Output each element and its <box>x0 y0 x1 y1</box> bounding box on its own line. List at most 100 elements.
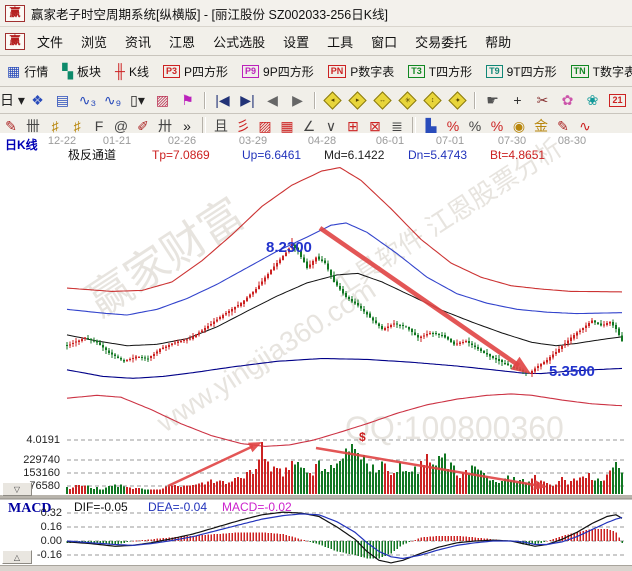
network-icon[interactable]: ❖ <box>25 87 50 113</box>
date-tick-3: 03-29 <box>239 135 267 148</box>
parallel-lines-tool-icon: ≣ <box>391 119 403 133</box>
menu-item-7[interactable]: 窗口 <box>362 29 406 54</box>
kline-button-icon: ╫ <box>115 64 125 78</box>
collapse-volume-button[interactable]: ▽ <box>2 482 32 496</box>
indicator-bt: Bt=4.8651 <box>490 149 545 163</box>
p-number-table-button[interactable]: PNP数字表 <box>321 56 402 86</box>
dollar-marker: $ <box>359 430 366 444</box>
kline-button[interactable]: ╫K线 <box>108 56 156 86</box>
p-square-button-label: P四方形 <box>184 63 228 80</box>
crosshair-tool-icon: + <box>513 93 521 107</box>
cycle-diamond-all[interactable]: ✦ <box>445 87 470 113</box>
wave9-icon-icon: ∿₉ <box>104 93 121 107</box>
chart-panel: 赢家财富工具软件 江恩股票分析www.yingjia360.comQQ:1008… <box>0 133 632 565</box>
red-box-tool-1-icon: ▨ <box>258 119 271 133</box>
toolbar-separator <box>474 92 476 109</box>
panel-divider[interactable] <box>0 495 632 499</box>
trend-arrowhead-1 <box>248 442 262 452</box>
hand-tool-icon: ☛ <box>486 93 499 107</box>
brain-icon[interactable]: ❀ <box>580 87 605 113</box>
macd-tick-4: -0.16 <box>2 549 62 562</box>
polyline-tool-icon: ∨ <box>326 119 336 133</box>
first-bar-button-icon: |◀ <box>215 93 229 107</box>
t-number-table-button[interactable]: TNT数字表 <box>564 56 632 86</box>
last-bar-button[interactable]: ▶| <box>235 87 260 113</box>
spiral-tool-icon: @ <box>114 119 128 133</box>
period-day-dropdown[interactable]: 日 ▾ <box>0 87 25 113</box>
quotes-button[interactable]: ▦行情 <box>0 56 55 86</box>
brain-icon-icon: ❀ <box>587 93 599 107</box>
trend-arrowhead-0 <box>511 357 531 374</box>
macd-macd-value: MACD=-0.02 <box>222 501 292 515</box>
macd-dea-value: DEA=-0.04 <box>148 501 207 515</box>
menu-item-8[interactable]: 交易委托 <box>406 29 476 54</box>
sectors-button[interactable]: ▚ 板块 <box>55 56 108 86</box>
p-number-table-button-label: P数字表 <box>350 63 394 80</box>
menu-item-5[interactable]: 设置 <box>274 29 318 54</box>
9p-square-button-icon: P9 <box>242 65 259 78</box>
indicator-md: Md=6.1422 <box>324 149 384 163</box>
wave3-icon[interactable]: ∿₃ <box>75 87 100 113</box>
date-tick-1: 01-21 <box>103 135 131 148</box>
watermark-text-3: QQ:100800360 <box>345 410 564 446</box>
next-bar-button[interactable]: ▶ <box>285 87 310 113</box>
period-label: 日K线 <box>5 139 38 153</box>
fan-lines-tool-icon: 彡 <box>236 119 250 133</box>
cycle-diamond-left[interactable]: ◂ <box>320 87 345 113</box>
p-square-button[interactable]: P3P四方形 <box>156 56 235 86</box>
volume-tick-1: 229740 <box>0 454 60 467</box>
menu-item-9[interactable]: 帮助 <box>476 29 520 54</box>
toolbar-tools: 日 ▾❖▤∿₃∿₉▯▾▨⚑|◀▶|◀▶◂▸↔✳↕✦☛+✂✿❀21⊞▥ <box>0 87 632 114</box>
cycle-diamond-h[interactable]: ↔ <box>370 87 395 113</box>
gann-grid-gold-2-icon: ♯ <box>74 119 81 133</box>
hand-tool[interactable]: ☛ <box>480 87 505 113</box>
date-tick-2: 02-26 <box>168 135 196 148</box>
cycle-diamond-star[interactable]: ✳ <box>395 87 420 113</box>
sectors-button-label: 板块 <box>77 63 101 80</box>
9p-square-button[interactable]: P9 9P四方形 <box>235 56 321 86</box>
cycle-diamond-right[interactable]: ▸ <box>345 87 370 113</box>
macd-tick-1: 0.32 <box>2 507 62 520</box>
watermark-layer: 赢家财富工具软件 江恩股票分析www.yingjia360.comQQ:1008… <box>79 133 568 446</box>
price-axis-low-label: 4.0191 <box>0 434 60 447</box>
elephant-icon-icon: ✿ <box>562 93 574 107</box>
chips-icon[interactable]: ▨ <box>150 87 175 113</box>
sectors-button-icon: ▚ <box>62 64 73 78</box>
menu-item-2[interactable]: 资讯 <box>116 29 160 54</box>
comb-tool-icon: 卌 <box>26 119 40 133</box>
status-bar <box>0 565 632 571</box>
indicator-dn: Dn=5.4743 <box>408 149 467 163</box>
calendar-icon[interactable]: 21 <box>605 87 630 113</box>
prev-bar-button[interactable]: ◀ <box>260 87 285 113</box>
menu-item-1[interactable]: 浏览 <box>72 29 116 54</box>
candle-style-dropdown[interactable]: ▯▾ <box>125 87 150 113</box>
brush-tool-icon: ✎ <box>5 119 17 133</box>
9p-square-button-label: 9P四方形 <box>263 63 314 80</box>
menu-item-6[interactable]: 工具 <box>318 29 362 54</box>
9t-square-button[interactable]: T99T四方形 <box>479 56 564 86</box>
cycle-diamond-right-icon: ▸ <box>348 91 366 109</box>
red-wave-tool-icon: ∿ <box>579 119 591 133</box>
menu-item-3[interactable]: 江恩 <box>160 29 204 54</box>
red-grid-tool-1-icon: ⊞ <box>347 119 359 133</box>
trend-flag-icon[interactable]: ⚑ <box>175 87 200 113</box>
last-bar-button-icon: ▶| <box>240 93 254 107</box>
t-square-button[interactable]: T3T四方形 <box>401 56 479 86</box>
menu-item-0[interactable]: 文件 <box>28 29 72 54</box>
macd-tick-2: 0.16 <box>2 521 62 534</box>
menu-bar: 赢 文件浏览资讯江恩公式选股设置工具窗口交易委托帮助 <box>0 27 632 56</box>
toolbar-separator <box>202 117 206 134</box>
menu-item-4[interactable]: 公式选股 <box>204 29 274 54</box>
price-ladder-icon-icon: ▙ <box>426 119 437 133</box>
scissors-tool[interactable]: ✂ <box>530 87 555 113</box>
gann-grid-gold-1-icon: ♯ <box>52 119 59 133</box>
cycle-diamond-v[interactable]: ↕ <box>420 87 445 113</box>
first-bar-button[interactable]: |◀ <box>210 87 235 113</box>
gann-box-tool-icon: 且 <box>214 119 228 133</box>
doc-icon[interactable]: ▤ <box>50 87 75 113</box>
cycle-diamond-left-icon: ◂ <box>323 91 341 109</box>
crosshair-tool[interactable]: + <box>505 87 530 113</box>
elephant-icon[interactable]: ✿ <box>555 87 580 113</box>
calendar-icon-icon: 21 <box>609 94 625 107</box>
wave9-icon[interactable]: ∿₉ <box>100 87 125 113</box>
